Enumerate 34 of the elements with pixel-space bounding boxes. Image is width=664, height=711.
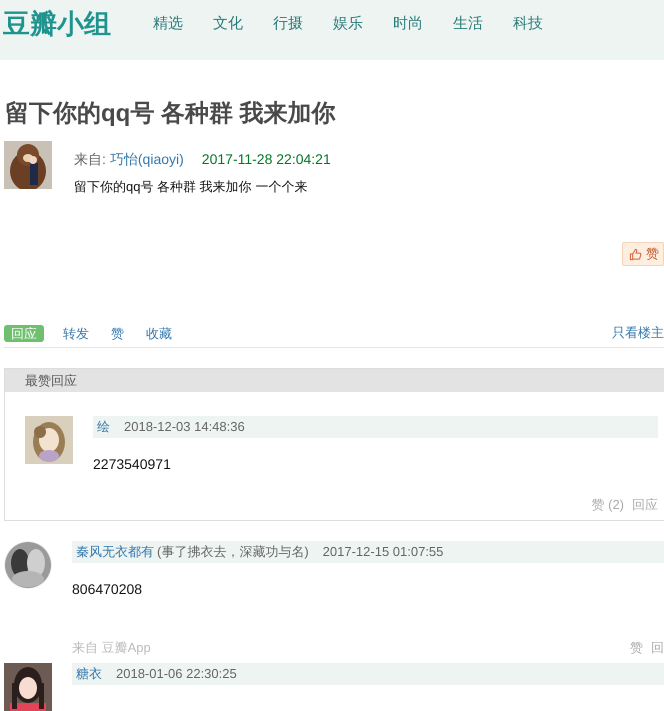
from-label: 来自: [74,150,106,169]
site-logo[interactable]: 豆瓣小组 [3,6,111,42]
like-button[interactable]: 赞 [622,242,664,266]
action-link[interactable]: 转发 [60,324,92,342]
nav-link[interactable]: 行摄 [273,14,303,34]
reply-action-link[interactable]: 回应 [632,496,658,514]
action-link[interactable]: 赞 [108,324,127,342]
nav-link[interactable]: 精选 [153,14,183,34]
reply-source: 来自 豆瓣App [72,639,151,657]
nav-link[interactable]: 文化 [213,14,243,34]
author-signature: (事了拂衣去，深藏功与名) [157,543,309,561]
reply-time: 2017-12-15 01:07:55 [322,543,444,561]
nav-link[interactable]: 时尚 [393,14,423,34]
nav-link[interactable]: 娱乐 [333,14,363,34]
reply-time: 2018-01-06 22:30:25 [116,665,237,683]
reply-action-link[interactable]: 赞 [630,639,643,657]
author-link[interactable]: 秦风无衣都有 [76,541,154,563]
action-link[interactable]: 收藏 [143,324,175,342]
post-time: 2017-11-28 22:04:21 [202,150,331,169]
author-link[interactable]: 巧怡(qiaoyi) [110,149,184,169]
reply-content: 2273540971 [93,456,172,472]
nav-link[interactable]: 生活 [453,14,483,34]
panel-title: 最赞回应 [25,373,77,388]
reply-action-link[interactable]: 赞 (2) [592,496,624,514]
topic-title: 留下你的qq号 各种群 我来加你 [5,99,337,129]
nav-link[interactable]: 科技 [513,14,543,34]
thumbs-up-icon [629,248,642,260]
only-op-link[interactable]: 只看楼主 [612,324,664,342]
author-link[interactable]: 绘 [97,416,110,438]
reply-time: 2018-12-03 14:48:36 [124,418,245,436]
reply-content: 806470208 [72,581,144,597]
author-link[interactable]: 糖衣 [76,663,102,685]
topic-content: 留下你的qq号 各种群 我来加你 一个个来 [74,178,308,196]
reply-action-link[interactable]: 回 [651,639,664,657]
